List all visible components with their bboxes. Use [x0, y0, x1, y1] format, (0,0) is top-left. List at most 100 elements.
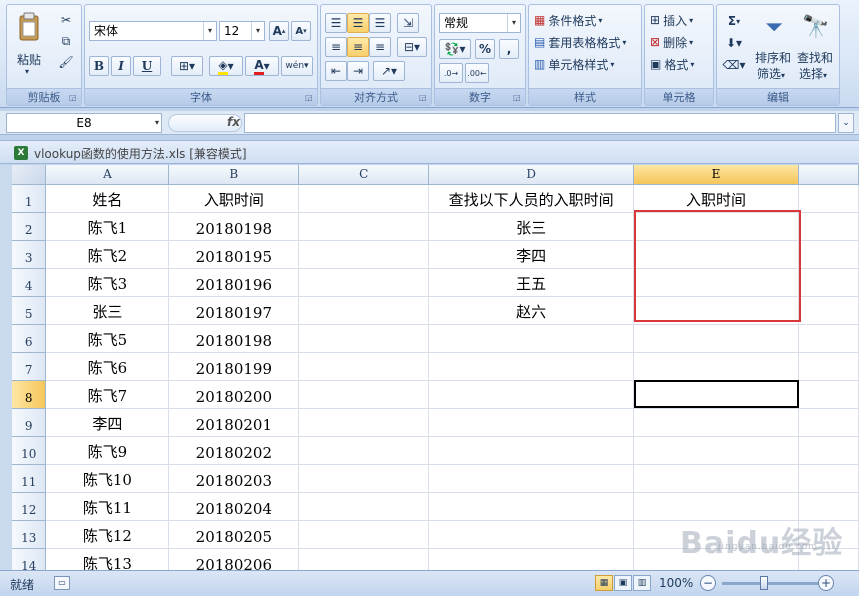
- cell-c12[interactable]: [298, 492, 430, 521]
- cell-c14[interactable]: [298, 548, 430, 570]
- zoom-slider[interactable]: [722, 582, 820, 585]
- cell-blank[interactable]: [798, 492, 859, 521]
- cell-b14[interactable]: 20180206: [168, 548, 300, 570]
- cell-e7[interactable]: [633, 352, 799, 381]
- expand-formula-icon[interactable]: ⌄: [838, 113, 854, 133]
- cell-e11[interactable]: [633, 464, 799, 493]
- insert-function-button[interactable]: fx: [168, 114, 242, 132]
- increase-indent-icon[interactable]: ⇥: [347, 61, 369, 81]
- formula-input[interactable]: [244, 113, 836, 133]
- cell-c10[interactable]: [298, 436, 430, 465]
- bold-button[interactable]: B: [89, 56, 109, 76]
- cell-d13[interactable]: [428, 520, 635, 549]
- zoom-level[interactable]: 100%: [659, 576, 693, 590]
- cell-e5[interactable]: [633, 296, 799, 325]
- cell-blank[interactable]: [798, 268, 859, 297]
- fill-color-icon[interactable]: ◈ ▾: [209, 56, 243, 76]
- cell-b13[interactable]: 20180205: [168, 520, 300, 549]
- page-layout-view-icon[interactable]: ▣: [614, 575, 632, 591]
- cell-d4[interactable]: 王五: [428, 268, 635, 297]
- format-button[interactable]: ▣ 格式 ▾: [649, 55, 711, 73]
- cell-blank[interactable]: [798, 380, 859, 409]
- clear-icon[interactable]: ⌫▾: [721, 55, 747, 75]
- cell-c13[interactable]: [298, 520, 430, 549]
- align-center-icon[interactable]: ≡: [347, 37, 369, 57]
- align-top-icon[interactable]: ☰: [325, 13, 347, 33]
- font-name-select[interactable]: 宋体 ▾: [89, 21, 217, 41]
- row-header[interactable]: 2: [12, 212, 47, 241]
- cell-e8[interactable]: [633, 380, 799, 409]
- row-header[interactable]: 11: [12, 464, 47, 493]
- underline-button[interactable]: U: [133, 56, 161, 76]
- cell-e2[interactable]: [633, 212, 799, 241]
- row-header[interactable]: 5: [12, 296, 47, 325]
- cell-b10[interactable]: 20180202: [168, 436, 300, 465]
- shrink-font-icon[interactable]: A ▾: [291, 21, 311, 41]
- cell-a1[interactable]: 姓名: [45, 184, 170, 213]
- cell-c5[interactable]: [298, 296, 430, 325]
- cell-c2[interactable]: [298, 212, 430, 241]
- cut-icon[interactable]: ✂: [57, 11, 75, 29]
- zoom-slider-thumb[interactable]: [760, 576, 768, 590]
- copy-icon[interactable]: ⧉: [57, 32, 75, 50]
- cell-a11[interactable]: 陈飞10: [45, 464, 170, 493]
- number-format-select[interactable]: 常规 ▾: [439, 13, 521, 33]
- cell-d8[interactable]: [428, 380, 635, 409]
- cell-d12[interactable]: [428, 492, 635, 521]
- currency-icon[interactable]: 💱▾: [439, 39, 471, 59]
- cell-b8[interactable]: 20180200: [168, 380, 300, 409]
- zoom-in-button[interactable]: +: [818, 575, 834, 591]
- cell-e3[interactable]: [633, 240, 799, 269]
- select-all-corner[interactable]: [12, 165, 47, 185]
- cell-d6[interactable]: [428, 324, 635, 353]
- clipboard-launcher-icon[interactable]: ◲: [69, 93, 78, 102]
- cell-e1[interactable]: 入职时间: [633, 184, 799, 213]
- cell-blank[interactable]: [798, 436, 859, 465]
- cell-d5[interactable]: 赵六: [428, 296, 635, 325]
- cell-c6[interactable]: [298, 324, 430, 353]
- cell-a4[interactable]: 陈飞3: [45, 268, 170, 297]
- sort-filter-button-line2[interactable]: 筛选▾: [757, 65, 785, 82]
- font-size-select[interactable]: 12 ▾: [219, 21, 265, 41]
- cell-c1[interactable]: [298, 184, 430, 213]
- cell-blank[interactable]: [798, 240, 859, 269]
- cell-c4[interactable]: [298, 268, 430, 297]
- column-header-e[interactable]: E: [633, 165, 799, 185]
- cell-d10[interactable]: [428, 436, 635, 465]
- cell-blank[interactable]: [798, 352, 859, 381]
- insert-button[interactable]: ⊞ 插入 ▾: [649, 11, 711, 29]
- cell-blank[interactable]: [798, 184, 859, 213]
- cell-blank[interactable]: [798, 324, 859, 353]
- row-header[interactable]: 4: [12, 268, 47, 297]
- cell-c11[interactable]: [298, 464, 430, 493]
- conditional-format-button[interactable]: ▦ 条件格式 ▾: [533, 11, 639, 29]
- sort-filter-button[interactable]: 排序和: [755, 49, 791, 66]
- italic-button[interactable]: I: [111, 56, 131, 76]
- row-header[interactable]: 10: [12, 436, 47, 465]
- cell-e12[interactable]: [633, 492, 799, 521]
- cell-c3[interactable]: [298, 240, 430, 269]
- cell-b11[interactable]: 20180203: [168, 464, 300, 493]
- format-as-table-button[interactable]: ▤ 套用表格格式 ▾: [533, 33, 639, 51]
- cell-b1[interactable]: 入职时间: [168, 184, 300, 213]
- row-header[interactable]: 7: [12, 352, 47, 381]
- grow-font-icon[interactable]: A ▴: [269, 21, 289, 41]
- cell-a13[interactable]: 陈飞12: [45, 520, 170, 549]
- cell-d7[interactable]: [428, 352, 635, 381]
- cell-a10[interactable]: 陈飞9: [45, 436, 170, 465]
- merge-center-icon[interactable]: ⊟▾: [397, 37, 427, 57]
- row-header[interactable]: 1: [12, 184, 47, 213]
- row-header[interactable]: 3: [12, 240, 47, 269]
- cell-b6[interactable]: 20180198: [168, 324, 300, 353]
- cell-blank[interactable]: [798, 548, 859, 570]
- row-header[interactable]: 14: [12, 548, 47, 570]
- cell-b7[interactable]: 20180199: [168, 352, 300, 381]
- cell-a7[interactable]: 陈飞6: [45, 352, 170, 381]
- column-header-d[interactable]: D: [428, 165, 635, 185]
- cell-a2[interactable]: 陈飞1: [45, 212, 170, 241]
- column-header-b[interactable]: B: [168, 165, 300, 185]
- cell-d2[interactable]: 张三: [428, 212, 635, 241]
- paste-dropdown-icon[interactable]: ▾: [25, 67, 29, 76]
- name-box[interactable]: E8 ▾: [6, 113, 162, 133]
- row-header[interactable]: 9: [12, 408, 47, 437]
